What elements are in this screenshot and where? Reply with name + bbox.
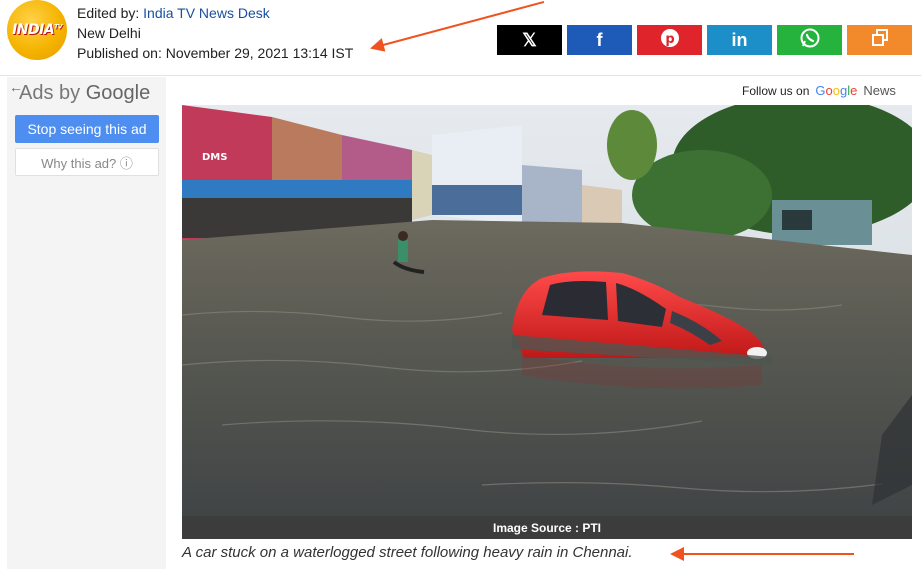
editor-line: Edited by: India TV News Desk — [77, 5, 270, 21]
article-photo[interactable]: DMS — [182, 105, 912, 539]
published-date: Published on: November 29, 2021 13:14 IS… — [77, 45, 354, 61]
facebook-icon: f — [596, 29, 603, 50]
google-news-label: News — [863, 83, 896, 98]
article-meta: Edited by: India TV News Desk New Delhi … — [77, 3, 353, 63]
image-source: Image Source : PTI — [182, 516, 912, 539]
share-x-button[interactable]: 𝕏 — [497, 25, 562, 55]
india-tv-logo[interactable]: INDIATV — [7, 0, 67, 60]
whatsapp-icon — [799, 27, 821, 54]
article-header: INDIATV Edited by: India TV News Desk Ne… — [0, 0, 921, 76]
google-ad-panel: ← Ads by Google Stop seeing this ad Why … — [7, 77, 166, 569]
why-this-ad-button[interactable]: Why this ad? ⓘ — [15, 148, 159, 176]
share-whatsapp-button[interactable] — [777, 25, 842, 55]
copy-icon — [870, 28, 890, 53]
editor-link[interactable]: India TV News Desk — [143, 5, 270, 21]
share-pinterest-button[interactable]: p — [637, 25, 702, 55]
copy-link-button[interactable] — [847, 25, 912, 55]
follow-label: Follow us on — [742, 83, 810, 98]
google-logo: Google — [815, 83, 858, 98]
svg-text:p: p — [665, 32, 674, 47]
ads-by-google-label: Ads by Google — [19, 82, 151, 104]
location: New Delhi — [77, 25, 141, 41]
share-bar: 𝕏 f p in — [497, 25, 912, 55]
pinterest-icon: p — [660, 28, 680, 53]
annotation-arrow-caption — [670, 547, 854, 561]
photo-caption: A car stuck on a waterlogged street foll… — [182, 544, 633, 561]
share-linkedin-button[interactable]: in — [707, 25, 772, 55]
stop-seeing-ad-button[interactable]: Stop seeing this ad — [15, 115, 159, 143]
x-icon: 𝕏 — [522, 29, 537, 50]
svg-text:DMS: DMS — [202, 152, 227, 163]
follow-google-news[interactable]: Follow us on Google News — [742, 83, 896, 98]
linkedin-icon: in — [731, 29, 748, 50]
share-facebook-button[interactable]: f — [567, 25, 632, 55]
